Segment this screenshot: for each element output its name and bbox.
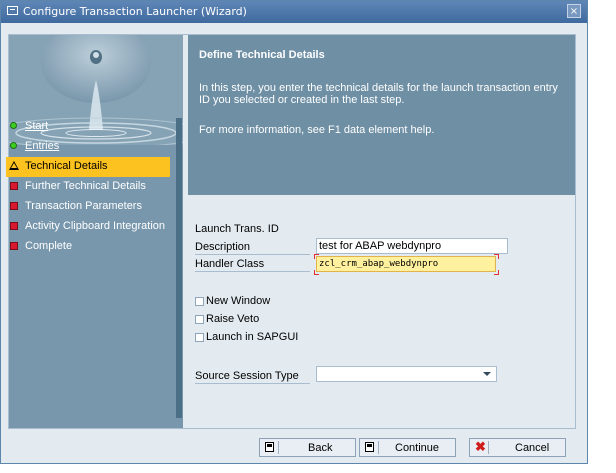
green-dot-icon bbox=[10, 142, 17, 149]
source-session-label-underline bbox=[195, 383, 310, 384]
step-help-text: For more information, see F1 data elemen… bbox=[199, 124, 435, 136]
continue-icon bbox=[363, 441, 379, 454]
launch-sapgui-label: Launch in SAPGUI bbox=[206, 331, 299, 343]
description-label: Description bbox=[195, 241, 251, 253]
raise-veto-checkbox[interactable] bbox=[195, 315, 204, 324]
window-icon bbox=[7, 6, 18, 15]
handler-label-underline bbox=[195, 271, 310, 272]
red-square-icon bbox=[10, 182, 18, 190]
cancel-button-label: Cancel bbox=[515, 442, 550, 454]
back-button-label: Back bbox=[308, 442, 333, 454]
wizard-steps-nav: Start Entries Technical Details Further … bbox=[6, 117, 170, 257]
nav-step-label: Further Technical Details bbox=[25, 180, 146, 192]
new-window-checkbox[interactable] bbox=[195, 297, 204, 306]
source-session-label: Source Session Type bbox=[195, 370, 299, 382]
handler-class-label: Handler Class bbox=[195, 258, 265, 270]
nav-step-further-technical-details[interactable]: Further Technical Details bbox=[6, 177, 170, 197]
required-marker bbox=[494, 254, 499, 259]
green-dot-icon bbox=[10, 122, 17, 129]
close-button[interactable]: × bbox=[567, 4, 581, 18]
chevron-down-icon bbox=[483, 372, 491, 376]
nav-step-complete[interactable]: Complete bbox=[6, 237, 170, 257]
cancel-button[interactable]: ✖ Cancel bbox=[469, 438, 566, 457]
red-square-icon bbox=[10, 222, 18, 230]
nav-step-technical-details[interactable]: Technical Details bbox=[6, 157, 170, 177]
steps-scrollbar[interactable] bbox=[176, 118, 182, 418]
step-description: In this step, you enter the technical de… bbox=[199, 82, 558, 106]
nav-step-label: Complete bbox=[25, 240, 73, 252]
nav-step-activity-clipboard[interactable]: Activity Clipboard Integration bbox=[6, 217, 170, 237]
title-bar: Configure Transaction Launcher (Wizard) … bbox=[1, 1, 587, 23]
red-square-icon bbox=[10, 242, 18, 250]
nav-step-entries[interactable]: Entries bbox=[6, 137, 170, 157]
back-icon bbox=[263, 441, 279, 454]
continue-button[interactable]: Continue bbox=[359, 438, 456, 457]
launch-id-label: Launch Trans. ID bbox=[195, 223, 279, 235]
nav-step-label: Activity Clipboard Integration bbox=[25, 220, 166, 232]
nav-step-label: Start bbox=[25, 120, 49, 132]
continue-button-label: Continue bbox=[395, 442, 440, 454]
handler-class-field[interactable]: zcl_crm_abap_webdynpro bbox=[316, 256, 496, 272]
description-label-underline bbox=[195, 254, 310, 255]
raise-veto-label: Raise Veto bbox=[206, 313, 260, 325]
description-field[interactable]: test for ABAP webdynpro bbox=[316, 238, 508, 254]
warning-triangle-icon bbox=[9, 161, 19, 170]
nav-step-transaction-parameters[interactable]: Transaction Parameters bbox=[6, 197, 170, 217]
required-marker bbox=[314, 254, 319, 259]
window-title: Configure Transaction Launcher (Wizard) bbox=[23, 5, 247, 18]
back-button[interactable]: Back bbox=[259, 438, 356, 457]
step-title: Define Technical Details bbox=[199, 49, 325, 61]
red-square-icon bbox=[10, 202, 18, 210]
step-info-panel: Define Technical Details In this step, y… bbox=[188, 35, 575, 195]
nav-step-label: Entries bbox=[25, 140, 60, 152]
source-session-dropdown[interactable] bbox=[316, 366, 497, 382]
cancel-icon: ✖ bbox=[473, 439, 489, 454]
nav-step-label: Technical Details bbox=[25, 160, 108, 172]
new-window-label: New Window bbox=[206, 295, 271, 307]
nav-step-label: Transaction Parameters bbox=[25, 200, 142, 212]
required-marker bbox=[314, 270, 319, 275]
nav-step-start[interactable]: Start bbox=[6, 117, 170, 137]
required-marker bbox=[494, 270, 499, 275]
launch-sapgui-checkbox[interactable] bbox=[195, 333, 204, 342]
